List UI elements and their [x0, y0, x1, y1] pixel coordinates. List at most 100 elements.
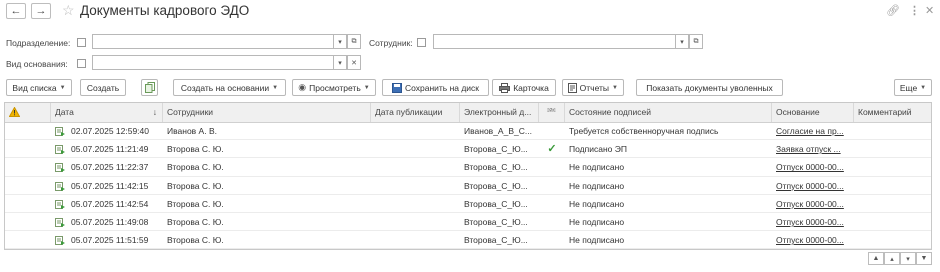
row-date: 05.07.2025 11:42:54	[71, 198, 149, 209]
department-input[interactable]	[92, 34, 347, 49]
table-row[interactable]: 05.07.2025 11:49:08 Второва С. Ю. Второва_…	[5, 213, 931, 232]
save-to-disk-label: Сохранить на диск	[404, 82, 480, 93]
chevron-down-icon: ▾	[680, 38, 684, 46]
signature-icon: ⎃	[547, 107, 556, 118]
row-date: 05.07.2025 11:21:49	[71, 144, 149, 155]
electronic-doc-column-header[interactable]: Электронный д...	[460, 103, 539, 122]
forward-button[interactable]: →	[31, 3, 51, 19]
sign-state-column-header[interactable]: Состояние подписей	[565, 103, 772, 122]
basis-type-checkbox[interactable]	[77, 59, 86, 68]
copy-button[interactable]	[141, 79, 158, 96]
row-electronic-doc: Второва_С_Ю...	[464, 235, 528, 246]
department-dropdown-button[interactable]: ▾	[333, 34, 347, 49]
basis-type-clear-button[interactable]: ✕	[347, 55, 361, 70]
row-comment	[854, 122, 931, 140]
scroll-down-button[interactable]: ▾	[900, 252, 916, 265]
employee-input[interactable]	[433, 34, 676, 49]
department-checkbox[interactable]	[77, 38, 86, 47]
employee-checkbox[interactable]	[417, 38, 426, 47]
document-arrow-icon	[55, 163, 65, 173]
row-sign-state: Не подписано	[569, 235, 625, 246]
view-button[interactable]: ◉ Просмотреть ▼	[292, 79, 376, 96]
favorite-star-icon[interactable]: ☆	[62, 2, 75, 19]
table-row[interactable]: 05.07.2025 11:21:49 Второва С. Ю. Второва_…	[5, 140, 931, 159]
table-row[interactable]: 05.07.2025 11:42:15 Второва С. Ю. Второва_…	[5, 177, 931, 195]
create-based-on-button[interactable]: Создать на основании ▼	[173, 79, 286, 96]
link-icon[interactable]: 🔗︎	[886, 4, 900, 17]
row-signature-status	[539, 122, 565, 140]
show-fired-documents-button[interactable]: Показать документы уволенных	[636, 79, 783, 96]
signature-column-header[interactable]: ⎃	[539, 103, 565, 122]
row-signature-status	[539, 177, 565, 195]
reports-label: Отчеты	[579, 82, 610, 93]
table-row[interactable]: 05.07.2025 11:51:59 Второва С. Ю. Второва_…	[5, 231, 931, 250]
table-row[interactable]: 05.07.2025 11:22:37 Второва С. Ю. Второва_…	[5, 158, 931, 177]
save-to-disk-button[interactable]: Сохранить на диск	[382, 79, 489, 96]
caret-down-icon: ▼	[612, 84, 618, 91]
document-arrow-icon	[55, 127, 65, 136]
basis-type-input[interactable]	[92, 55, 347, 70]
copy-icon	[144, 82, 155, 93]
row-sign-state: Не подписано	[569, 180, 625, 191]
row-sign-state: Требуется собственноручная подпись	[569, 126, 719, 136]
employee-label: Сотрудник:	[369, 38, 413, 48]
scroll-down-icon: ▾	[906, 255, 910, 263]
document-arrow-icon	[55, 236, 65, 246]
row-basis-link[interactable]: Заявка отпуск ...	[772, 140, 854, 158]
table-row[interactable]: 05.07.2025 11:42:54 Второва С. Ю. Второва_…	[5, 195, 931, 213]
row-sign-state: Не подписано	[569, 198, 625, 209]
table-row[interactable]: 02.07.2025 12:59:40 Иванов А. В. Иванов_А_…	[5, 122, 931, 141]
department-open-button[interactable]: ⧉	[347, 34, 361, 49]
row-date: 05.07.2025 11:42:15	[71, 180, 149, 191]
sort-down-icon: ↓	[152, 107, 157, 117]
publish-date-column-header[interactable]: Дата публикации	[371, 103, 460, 122]
close-icon[interactable]: ✕	[925, 4, 934, 17]
row-basis-link[interactable]: Отпуск 0000-00...	[772, 213, 854, 231]
employee-dropdown-button[interactable]: ▾	[675, 34, 689, 49]
reports-button[interactable]: Отчеты ▼	[562, 79, 624, 96]
list-view-label: Вид списка	[12, 82, 57, 93]
basis-column-header[interactable]: Основание	[772, 103, 854, 122]
row-comment	[854, 158, 931, 176]
row-signature-status	[539, 158, 565, 176]
row-date: 05.07.2025 11:51:59	[71, 235, 149, 246]
scroll-up-icon: ▴	[890, 255, 894, 263]
row-employee: Второва С. Ю.	[167, 217, 224, 227]
row-comment	[854, 177, 931, 195]
row-basis-link[interactable]: Согласие на пр...	[772, 122, 854, 140]
back-button[interactable]: ←	[6, 3, 26, 19]
document-arrow-icon	[55, 145, 65, 155]
scroll-top-button[interactable]: ▲	[868, 252, 884, 265]
row-comment	[854, 213, 931, 231]
row-basis-link[interactable]: Отпуск 0000-00...	[772, 195, 854, 213]
documents-table: Дата ↓ Сотрудники Дата публикации Электро…	[4, 102, 932, 250]
employee-open-button[interactable]: ⧉	[689, 34, 703, 49]
more-vertical-icon[interactable]: ⋮	[909, 4, 920, 17]
row-basis-link[interactable]: Отпуск 0000-00...	[772, 158, 854, 176]
scroll-bottom-button[interactable]: ▼	[916, 252, 932, 265]
clear-icon: ✕	[351, 59, 357, 67]
list-view-button[interactable]: Вид списка ▼	[6, 79, 72, 96]
warning-column-header[interactable]	[5, 103, 51, 122]
row-signature-status	[539, 195, 565, 213]
caret-down-icon: ▼	[363, 84, 370, 91]
employees-column-header[interactable]: Сотрудники	[163, 103, 371, 122]
card-label: Карточка	[513, 82, 549, 93]
row-basis-link[interactable]: Отпуск 0000-00...	[772, 177, 854, 195]
more-label: Еще	[899, 82, 918, 93]
date-column-header[interactable]: Дата ↓	[51, 103, 163, 122]
scroll-up-button[interactable]: ▴	[884, 252, 900, 265]
row-electronic-doc: Второва_С_Ю...	[464, 162, 528, 173]
row-employee: Второва С. Ю.	[167, 144, 224, 155]
more-button[interactable]: Еще ▼	[894, 79, 932, 96]
create-button[interactable]: Создать	[80, 79, 126, 96]
caret-down-icon: ▼	[59, 84, 66, 91]
card-button[interactable]: Карточка	[492, 79, 556, 96]
open-icon: ⧉	[351, 37, 357, 45]
printer-icon	[499, 82, 511, 93]
basis-type-dropdown-button[interactable]: ▾	[333, 55, 347, 70]
chevron-down-icon: ▾	[338, 38, 342, 46]
comment-column-header[interactable]: Комментарий	[854, 103, 931, 122]
row-basis-link[interactable]: Отпуск 0000-00...	[772, 231, 854, 249]
row-sign-state: Подписано ЭП	[569, 144, 627, 155]
